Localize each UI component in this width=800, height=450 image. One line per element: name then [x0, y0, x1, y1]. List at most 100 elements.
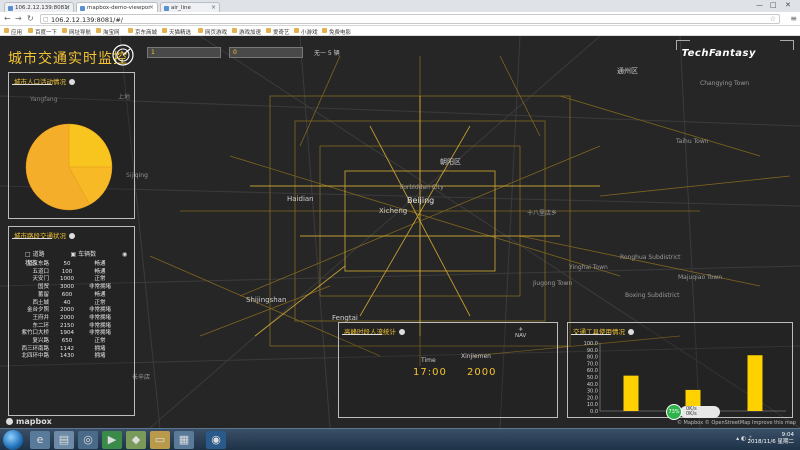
place-label: Jiugong Town [533, 280, 573, 287]
download-speed: 0K/s [686, 411, 697, 417]
close-icon[interactable]: × [149, 4, 154, 11]
bookmark-item[interactable]: 游戏加速 [232, 28, 261, 36]
app-icon[interactable]: ▦ [174, 431, 194, 449]
column-road[interactable]: □ 道路 [25, 251, 57, 258]
peak-stats-panel: 高峰时段人流统计 ✈ NAV Time 17:00 Xinjiemen 2000 [338, 322, 558, 418]
settings-icon[interactable] [69, 233, 75, 239]
bookmark-item[interactable]: 网页游戏 [198, 28, 227, 36]
road-name: 望京东路 [26, 261, 49, 267]
y-tick-label: 0.0 [590, 409, 598, 415]
table-row[interactable]: 王府井 2000 非常拥堵 [17, 315, 117, 323]
back-icon[interactable]: ← [4, 14, 11, 23]
frame-corner [676, 40, 690, 50]
place-label: Taihu Town [676, 138, 709, 145]
place-label: Ronghua Subdistrict [620, 254, 681, 261]
vehicle-count: 1904 [60, 330, 74, 337]
explorer-icon[interactable]: ▤ [54, 431, 74, 449]
road-name: 国贸 [37, 284, 49, 291]
place-label: Boxing Subdistrict [625, 292, 680, 299]
y-tick-label: 60.0 [587, 368, 598, 374]
browser-tab[interactable]: 106.2.12.139:8081/ × [4, 2, 74, 12]
count-label: Xinjiemen [461, 353, 491, 360]
mapbox-logo[interactable]: mapbox [6, 417, 52, 426]
window-close-icon[interactable]: ✕ [785, 1, 791, 9]
menu-icon[interactable]: ≡ [790, 14, 797, 23]
forward-icon[interactable]: → [15, 14, 22, 23]
vehicle-count: 50 [63, 261, 71, 267]
browser-tab-bar: 106.2.12.139:8081/ × mapbox-demo-viewpor… [0, 0, 800, 12]
maximize-icon[interactable]: □ [770, 1, 777, 9]
bookmark-item[interactable]: 京东商城 [128, 28, 157, 36]
minimize-icon[interactable]: — [756, 1, 763, 9]
page-title: 城市交通实时监控 [8, 51, 128, 67]
vehicle-count: 650 [61, 338, 73, 345]
bookmark-item[interactable]: 网址导航 [62, 28, 91, 36]
traffic-panel: 城市路段交通状况 □ 道路 ▣ 车辆数 ◉ 状态 望京东路 50 畅通 五道口 100 畅… [8, 226, 135, 416]
bookmark-item[interactable]: 小游戏 [294, 28, 318, 36]
table-row[interactable]: 望京东路 50 畅通 [17, 261, 117, 269]
road-status: 正常 [94, 338, 106, 345]
folder-icon[interactable]: ▭ [150, 431, 170, 449]
page-icon [8, 6, 13, 11]
network-speed-widget[interactable]: 0K/s 0K/s 73% [666, 404, 720, 420]
app-icon[interactable]: ◉ [206, 431, 226, 449]
address-bar[interactable]: ▢ 106.2.12.139:8081/#/ ☆ [40, 14, 780, 24]
road-name: 复兴路 [32, 338, 49, 345]
bookmark-item[interactable]: 百度一下 [28, 28, 57, 36]
bookmark-item[interactable]: 爱奇艺 [266, 28, 290, 36]
bookmark-item[interactable]: 天猫精选 [162, 28, 191, 36]
browser-tab-active[interactable]: mapbox-demo-viewpor × [76, 2, 158, 12]
page-info-icon: ▢ [43, 16, 49, 23]
clock[interactable]: 9:04 2018/11/6 星期二 [748, 432, 794, 446]
app-icon[interactable]: ◆ [126, 431, 146, 449]
page-icon [164, 6, 169, 11]
place-label: Yinghai Town [569, 264, 608, 271]
y-tick-label: 80.0 [587, 355, 598, 361]
pie-slice [68, 123, 113, 168]
place-label: Xicheng [379, 207, 408, 215]
count-value: 2000 [467, 367, 497, 378]
road-status: 畅通 [94, 291, 106, 298]
ie-icon[interactable]: e [30, 431, 50, 449]
table-row[interactable]: 金台夕照 2000 非常拥堵 [17, 307, 117, 315]
population-panel: 城市人口活动情况 [8, 72, 135, 219]
table-row[interactable]: 天安门 1000 正常 [17, 276, 117, 284]
road-name: 蓄留 [37, 291, 49, 298]
reload-icon[interactable]: ↻ [27, 14, 34, 23]
filter-select-2[interactable]: 0 [229, 47, 303, 58]
table-row[interactable]: 蓄留 600 畅通 [17, 292, 117, 300]
place-label: 朝阳区 [440, 158, 461, 166]
road-status: 正常 [94, 276, 106, 283]
table-row[interactable]: 国贸 3000 非常拥堵 [17, 284, 117, 292]
star-icon[interactable]: ☆ [770, 15, 776, 23]
filter-select-1[interactable]: 1 [147, 47, 221, 58]
road-status: 畅通 [94, 261, 106, 267]
bookmark-item[interactable]: 免费电影 [322, 28, 351, 36]
browser-tab[interactable]: air_line × [160, 2, 220, 12]
close-icon[interactable]: × [211, 4, 216, 11]
traffic-map[interactable]: Beijing Xicheng Haidian 朝阳区 Shijingshan … [0, 36, 800, 428]
table-row[interactable]: 紫竹口大桥 1904 非常拥堵 [17, 330, 117, 338]
y-tick-label: 20.0 [587, 395, 598, 401]
bookmark-item[interactable]: 淘宝网 [96, 28, 120, 36]
y-tick-label: 30.0 [587, 389, 598, 395]
settings-icon[interactable] [399, 329, 405, 335]
table-row[interactable]: 北四环中路 1430 拥堵 [17, 353, 117, 361]
traffic-table: 望京东路 50 畅通 五道口 100 畅通 天安门 1000 正常 国贸 3000 非常拥堵 蓄留 600… [17, 261, 117, 361]
vehicle-count: 2150 [60, 322, 74, 329]
table-row[interactable]: 复兴路 650 正常 [17, 338, 117, 346]
taskbar: e ▤ ◎ ▶ ◆ ▭ ▦ ◉ ▴ ◐ ♪ 9:04 2018/11/6 星期二 [0, 428, 800, 450]
column-count[interactable]: ▣ 车辆数 [71, 251, 109, 258]
road-name: 王府井 [32, 314, 49, 321]
frame-corner [780, 40, 794, 50]
place-label: Forbidden City [400, 184, 444, 191]
close-icon[interactable]: × [65, 4, 70, 11]
place-label: Beijing [407, 196, 435, 205]
vehicle-count: 2000 [60, 307, 74, 314]
chrome-icon[interactable]: ◎ [78, 431, 98, 449]
vehicle-count: 40 [63, 299, 71, 306]
map-attribution[interactable]: © Mapbox © OpenStreetMap Improve this ma… [677, 420, 796, 426]
start-button[interactable] [3, 430, 23, 450]
media-icon[interactable]: ▶ [102, 431, 122, 449]
bookmark-item[interactable]: 应用 [4, 28, 22, 36]
